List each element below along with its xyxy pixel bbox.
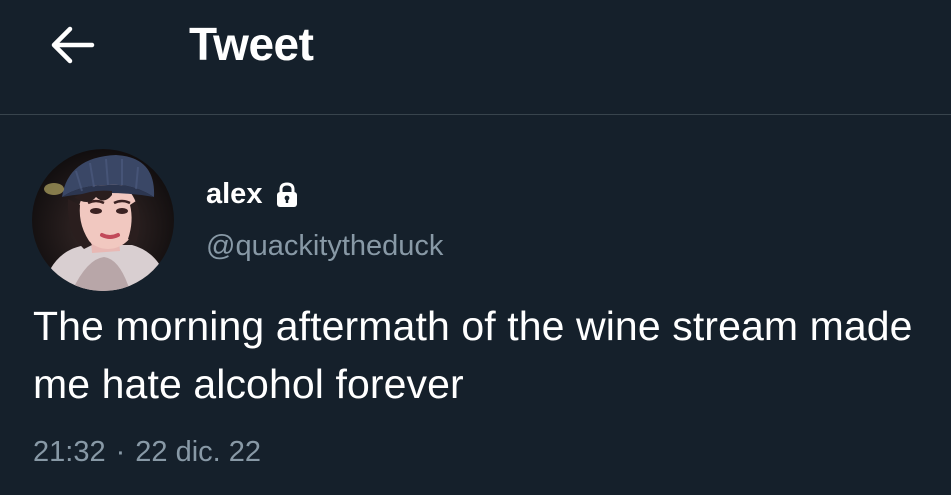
back-button[interactable] <box>46 18 100 72</box>
author-name-row: alex <box>206 175 298 213</box>
tweet-text: The morning aftermath of the wine stream… <box>33 303 913 407</box>
author-handle[interactable]: @quackitytheduck <box>206 227 443 265</box>
avatar[interactable] <box>32 149 174 291</box>
page-title: Tweet <box>189 18 314 70</box>
top-bar: Tweet <box>0 0 951 115</box>
meta-separator: · <box>115 436 126 468</box>
tweet-timestamp: 21:32 · 22 dic. 22 <box>33 432 261 472</box>
arrow-left-icon <box>51 26 95 64</box>
tweet-date[interactable]: 22 dic. 22 <box>135 432 261 472</box>
author-name[interactable]: alex <box>206 175 262 213</box>
lock-icon <box>276 182 298 208</box>
tweet-time[interactable]: 21:32 <box>33 432 106 472</box>
